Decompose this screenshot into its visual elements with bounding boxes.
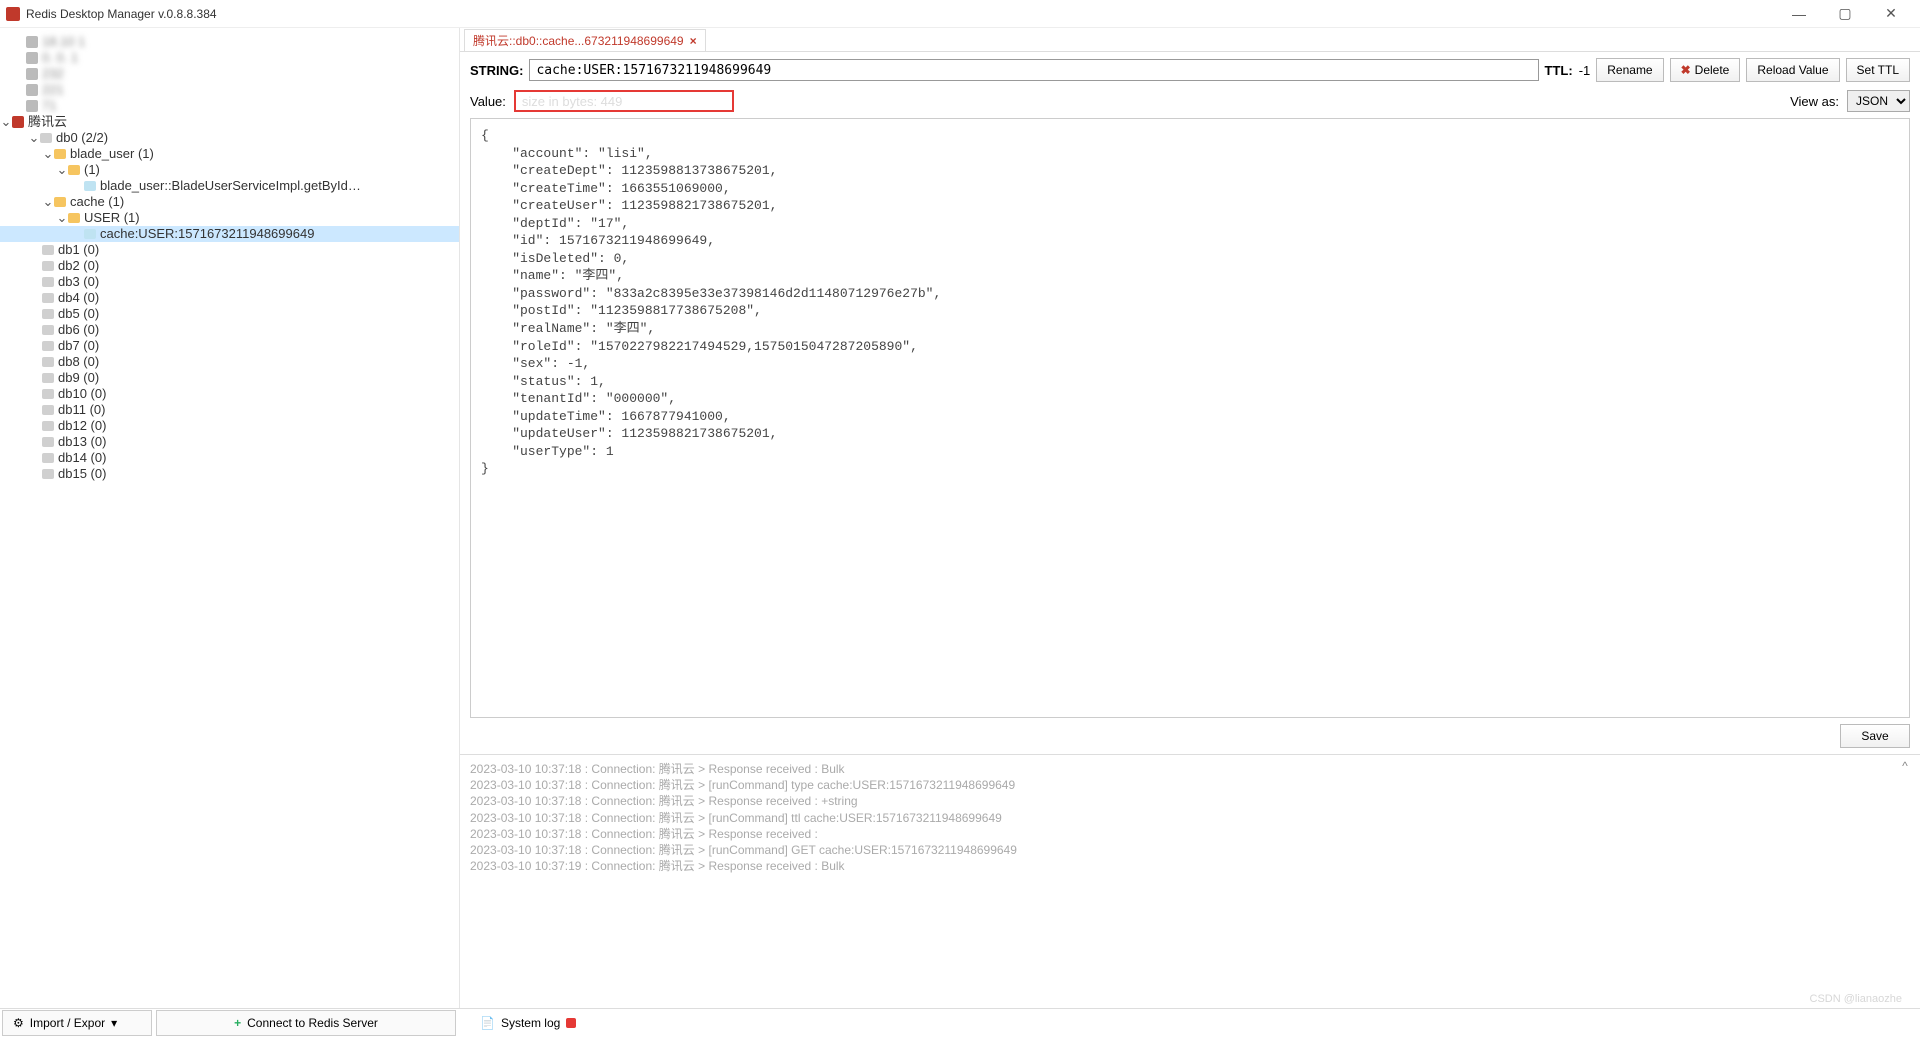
server-item[interactable]: 221 [0,82,459,98]
db-item[interactable]: db13 (0) [0,434,459,450]
db-item[interactable]: db5 (0) [0,306,459,322]
watermark: CSDN @lianaozhe [1810,993,1903,1005]
tab-bar: 腾讯云::db0::cache...673211948699649 × [460,28,1920,52]
folder-cache[interactable]: ⌄cache (1) [0,194,459,210]
log-line: 2023-03-10 10:37:18 : Connection: 腾讯云 > … [470,793,1910,809]
log-icon: 📄 [480,1016,495,1030]
key-header: STRING: TTL: -1 Rename ✖Delete Reload Va… [460,52,1920,88]
db-item[interactable]: db3 (0) [0,274,459,290]
size-highlight-box: size in bytes: 449 [514,90,734,112]
window-minimize-button[interactable]: — [1776,6,1822,22]
db-item[interactable]: db9 (0) [0,370,459,386]
key-type-label: STRING: [470,63,523,78]
key-item[interactable]: blade_user::BladeUserServiceImpl.getById… [0,178,459,194]
server-item-tencent[interactable]: ⌄腾讯云 [0,114,459,130]
connection-tree[interactable]: 18.10 1 0. 0. 1 232 221 71 ⌄腾讯云 ⌄db0 (2/… [0,28,460,1008]
log-line: 2023-03-10 10:37:18 : Connection: 腾讯云 > … [470,826,1910,842]
server-item[interactable]: 232 [0,66,459,82]
key-item-selected[interactable]: cache:USER:1571673211948699649 [0,226,459,242]
tab-close-icon[interactable]: × [690,34,697,48]
db-item[interactable]: db15 (0) [0,466,459,482]
viewas-label: View as: [1790,94,1839,109]
tab-key[interactable]: 腾讯云::db0::cache...673211948699649 × [464,29,706,51]
db-item[interactable]: db2 (0) [0,258,459,274]
reload-value-button[interactable]: Reload Value [1746,58,1839,82]
settings-icon: ⚙ [13,1016,24,1030]
log-line: 2023-03-10 10:37:18 : Connection: 腾讯云 > … [470,810,1910,826]
db-item[interactable]: ⌄db0 (2/2) [0,130,459,146]
db-item[interactable]: db6 (0) [0,322,459,338]
log-line: 2023-03-10 10:37:18 : Connection: 腾讯云 > … [470,777,1910,793]
scroll-up-icon[interactable]: ^ [1896,759,1914,773]
key-name-input[interactable] [529,59,1538,81]
chevron-down-icon: ▾ [111,1016,117,1030]
db-item[interactable]: db8 (0) [0,354,459,370]
import-export-button[interactable]: ⚙ Import / Expor ▾ [2,1010,152,1036]
rename-button[interactable]: Rename [1596,58,1663,82]
value-viewer[interactable]: { "account": "lisi", "createDept": 11235… [470,118,1910,718]
window-close-button[interactable]: ✕ [1868,5,1914,22]
delete-x-icon: ✖ [1681,63,1691,77]
db-item[interactable]: db10 (0) [0,386,459,402]
system-log-button[interactable]: 📄 System log [470,1010,586,1036]
db-item[interactable]: db1 (0) [0,242,459,258]
value-label: Value: [470,94,506,109]
db-item[interactable]: db7 (0) [0,338,459,354]
viewas-select[interactable]: JSON [1847,90,1910,112]
db-item[interactable]: db14 (0) [0,450,459,466]
set-ttl-button[interactable]: Set TTL [1846,58,1910,82]
title-bar: Redis Desktop Manager v.0.8.8.384 — ▢ ✕ [0,0,1920,28]
save-button[interactable]: Save [1840,724,1910,748]
folder-user[interactable]: ⌄USER (1) [0,210,459,226]
server-item[interactable]: 0. 0. 1 [0,50,459,66]
server-item[interactable]: 18.10 1 [0,34,459,50]
tab-title: 腾讯云::db0::cache...673211948699649 [473,32,684,49]
value-row: Value: size in bytes: 449 View as: JSON [460,88,1920,114]
window-maximize-button[interactable]: ▢ [1822,5,1868,22]
log-line: 2023-03-10 10:37:19 : Connection: 腾讯云 > … [470,858,1910,874]
server-item[interactable]: 71 [0,98,459,114]
delete-button[interactable]: ✖Delete [1670,58,1741,82]
db-item[interactable]: db12 (0) [0,418,459,434]
window-title: Redis Desktop Manager v.0.8.8.384 [26,7,217,21]
app-icon [6,7,20,21]
connect-button[interactable]: + Connect to Redis Server [156,1010,456,1036]
log-line: 2023-03-10 10:37:18 : Connection: 腾讯云 > … [470,842,1910,858]
size-placeholder: size in bytes: 449 [522,94,622,109]
log-panel[interactable]: ^ 2023-03-10 10:37:18 : Connection: 腾讯云 … [460,754,1920,884]
ttl-label: TTL: [1545,63,1573,78]
folder-blade-user[interactable]: ⌄blade_user (1) [0,146,459,162]
db-item[interactable]: db4 (0) [0,290,459,306]
folder-item[interactable]: ⌄(1) [0,162,459,178]
bottom-toolbar: ⚙ Import / Expor ▾ + Connect to Redis Se… [0,1008,1920,1036]
plus-icon: + [234,1016,241,1030]
notification-dot-icon [566,1018,576,1028]
log-line: 2023-03-10 10:37:18 : Connection: 腾讯云 > … [470,761,1910,777]
db-item[interactable]: db11 (0) [0,402,459,418]
ttl-value: -1 [1579,63,1591,78]
